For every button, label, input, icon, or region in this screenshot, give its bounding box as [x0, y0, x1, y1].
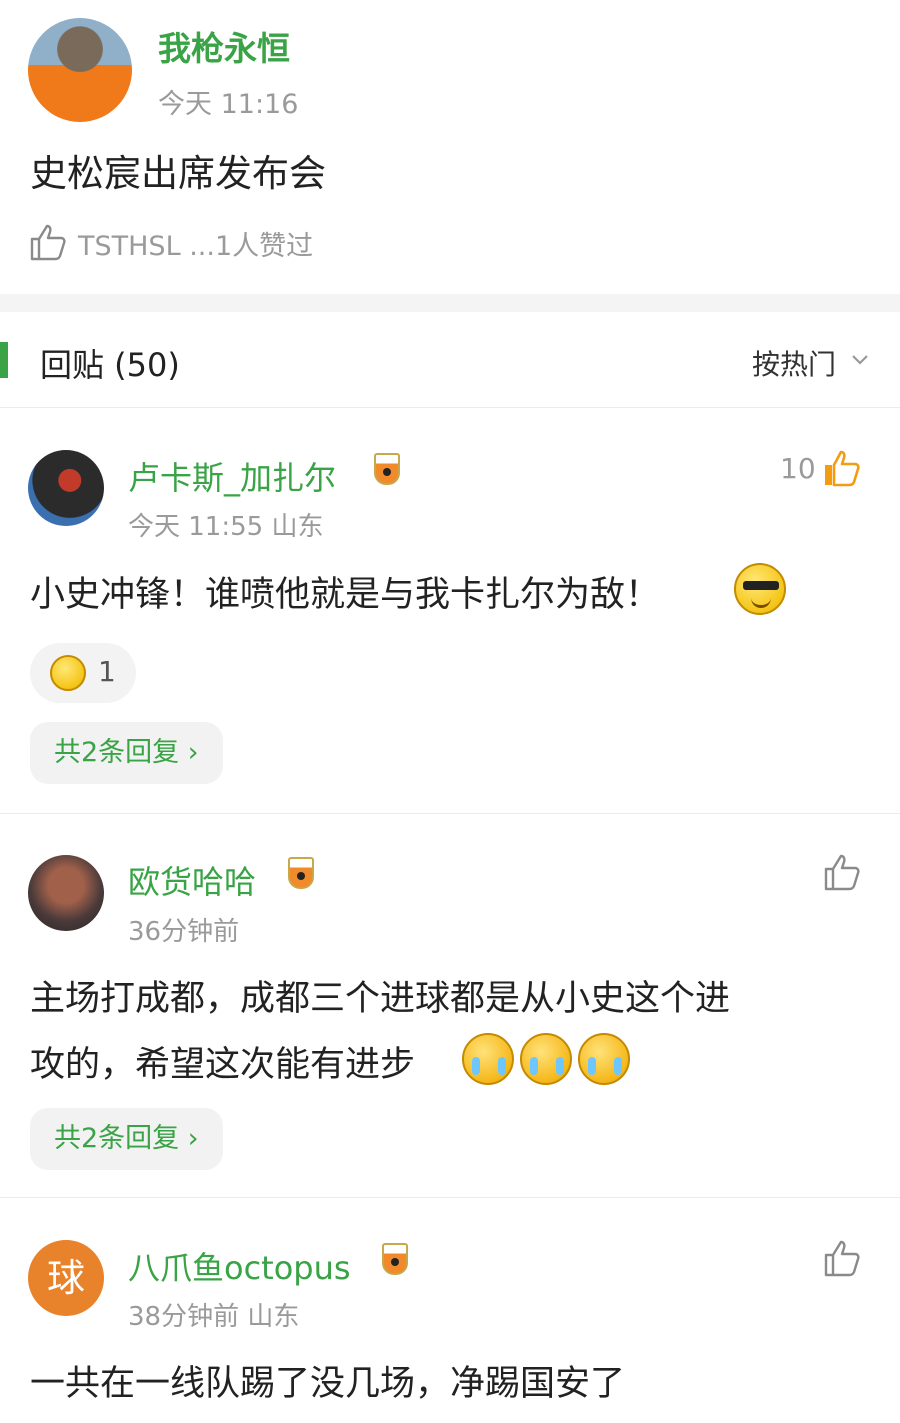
- replies-header-title: 回贴 (50): [40, 346, 180, 384]
- view-replies-button[interactable]: 共2条回复 ›: [30, 722, 223, 784]
- comment-avatar[interactable]: 球: [28, 1240, 104, 1316]
- comment-content: 一共在一线队踢了没几场，净踢国安了: [30, 1364, 626, 1404]
- post-author-avatar[interactable]: [28, 18, 132, 122]
- comment-like-count[interactable]: 10: [780, 452, 816, 485]
- thumb-up-filled-icon[interactable]: [822, 448, 862, 488]
- sort-dropdown-label: 按热门: [752, 348, 837, 381]
- club-badge-icon: [382, 1243, 408, 1275]
- comment-author-name[interactable]: 八爪鱼octopus: [128, 1243, 351, 1289]
- chevron-right-icon: ›: [187, 737, 199, 768]
- comment-divider: [0, 1197, 900, 1198]
- chevron-down-icon[interactable]: [850, 350, 870, 370]
- thumb-up-outline-icon[interactable]: [28, 222, 68, 262]
- chevron-right-icon: ›: [187, 1123, 199, 1154]
- club-badge-icon: [288, 857, 314, 889]
- comment-content: 小史冲锋！谁喷他就是与我卡扎尔为敌！: [30, 575, 661, 615]
- comment-content-line-2: 攻的，希望这次能有进步: [30, 1045, 416, 1085]
- view-replies-button[interactable]: 共2条回复 ›: [30, 1108, 223, 1170]
- comment-meta: 今天 11:55 山东: [128, 512, 324, 542]
- comment-divider: [0, 813, 900, 814]
- thumb-up-outline-icon[interactable]: [822, 1238, 862, 1278]
- thumb-up-outline-icon[interactable]: [822, 852, 862, 892]
- avatar-initial: 球: [46, 1256, 85, 1300]
- comment-avatar[interactable]: [28, 855, 104, 931]
- sort-dropdown[interactable]: 按热门: [752, 343, 836, 383]
- comment-meta: 38分钟前 山东: [128, 1302, 300, 1332]
- header-divider: [0, 407, 900, 408]
- comment-meta: 36分钟前: [128, 917, 240, 947]
- cry-emoji-icon: [578, 1033, 630, 1085]
- comment-content-line-1: 主场打成都，成都三个进球都是从小史这个进: [30, 979, 731, 1019]
- post-likes-text[interactable]: TSTHSL ...1人赞过: [78, 224, 313, 263]
- post-time: 今天 11:16: [158, 89, 299, 120]
- comment-author-name[interactable]: 卢卡斯_加扎尔: [128, 453, 336, 499]
- cry-emoji-icon: [462, 1033, 514, 1085]
- comment-author-name[interactable]: 欧货哈哈: [128, 857, 256, 903]
- section-separator: [0, 294, 900, 312]
- cool-emoji-icon: [734, 563, 786, 615]
- post-author-name[interactable]: 我枪永恒: [158, 22, 290, 70]
- replies-header-accent: [0, 342, 8, 378]
- club-badge-icon: [374, 453, 400, 485]
- reaction-emoji-icon: [50, 655, 86, 691]
- comment-avatar[interactable]: [28, 450, 104, 526]
- post-content: 史松宸出席发布会: [30, 152, 326, 195]
- reaction-count: 1: [98, 655, 116, 688]
- view-replies-label: 共2条回复: [54, 737, 180, 768]
- view-replies-label: 共2条回复: [54, 1123, 180, 1154]
- cry-emoji-icon: [520, 1033, 572, 1085]
